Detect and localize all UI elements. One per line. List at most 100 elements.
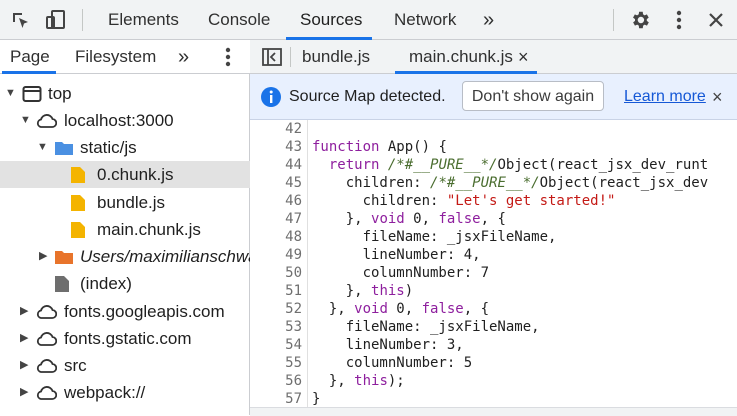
collapsed-arrow-icon[interactable]: ▶ [39, 243, 47, 270]
expanded-arrow-icon[interactable]: ▼ [5, 80, 16, 107]
cloud-icon [35, 111, 58, 129]
tab-network[interactable]: Network [394, 0, 456, 40]
tree-item-label: fonts.gstatic.com [64, 329, 192, 348]
tree-item-index[interactable]: (index) [0, 270, 250, 297]
tree-item-0-chunk-js[interactable]: 0.chunk.js [0, 161, 250, 188]
code-editor[interactable]: 42 43 function App() { 44 return /*#__PUR… [250, 120, 737, 407]
infobar-message: Source Map detected. [289, 88, 446, 105]
cloud-icon [35, 302, 58, 320]
navigator-more-tabs-button[interactable]: » [178, 40, 189, 74]
cloud-icon [35, 383, 58, 401]
cloud-icon [35, 356, 58, 374]
line-number: 51 [285, 283, 302, 299]
code-text: lineNumber: 3, [312, 337, 464, 353]
tree-item-main-chunk-js[interactable]: main.chunk.js [0, 216, 250, 243]
line-number: 43 [285, 139, 302, 155]
line-number: 45 [285, 175, 302, 191]
file-icon [70, 165, 90, 183]
code-text: children: /*#__PURE__*/Object(react_jsx_… [312, 175, 709, 191]
navigator-menu-icon[interactable] [225, 47, 231, 72]
tab-elements[interactable]: Elements [108, 0, 179, 40]
editor-tab-close-icon[interactable]: × [518, 40, 529, 74]
toggle-navigator-icon[interactable] [262, 48, 282, 71]
tree-item-src[interactable]: ▶ src [0, 352, 250, 379]
line-number-gutter [307, 120, 308, 407]
tab-sources[interactable]: Sources [300, 0, 362, 40]
code-text: children: "Let's get started!" [312, 193, 616, 209]
tree-item-label: main.chunk.js [97, 220, 201, 239]
editor-tab-bundle-js[interactable]: bundle.js [302, 40, 370, 74]
code-text: }, this); [312, 373, 405, 389]
line-number: 49 [285, 247, 302, 263]
tree-item-localhost[interactable]: ▼ localhost:3000 [0, 107, 250, 134]
line-number: 57 [285, 391, 302, 407]
cloud-icon [35, 329, 58, 347]
file-icon [70, 220, 90, 238]
code-text: columnNumber: 5 [312, 355, 473, 371]
line-number: 47 [285, 211, 302, 227]
folder-icon [54, 247, 74, 265]
folder-icon [54, 138, 74, 156]
tree-item-fonts-gstatic[interactable]: ▶ fonts.gstatic.com [0, 325, 250, 352]
tree-item-label: fonts.googleapis.com [64, 302, 225, 321]
device-toolbar-icon[interactable] [44, 8, 68, 32]
frame-icon [22, 84, 42, 102]
code-text: lineNumber: 4, [312, 247, 481, 263]
settings-icon[interactable] [628, 8, 652, 32]
info-icon [260, 86, 282, 113]
tree-item-static-js[interactable]: ▼ static/js [0, 134, 250, 161]
tree-item-fonts-googleapis[interactable]: ▶ fonts.googleapis.com [0, 298, 250, 325]
toolbar-divider [82, 9, 83, 31]
devtools-toolbar: Elements Console Sources Network » [0, 0, 737, 40]
collapsed-arrow-icon[interactable]: ▶ [20, 298, 28, 325]
toolbar-divider [290, 47, 291, 67]
line-number: 53 [285, 319, 302, 335]
line-number: 50 [285, 265, 302, 281]
expanded-arrow-icon[interactable]: ▼ [20, 107, 31, 134]
tab-page[interactable]: Page [10, 40, 50, 74]
tree-item-users-folder[interactable]: ▶ Users/maximilianschwa [0, 243, 250, 270]
tree-item-top[interactable]: ▼ top [0, 80, 250, 107]
editor-tabs: bundle.js main.chunk.js × [250, 40, 737, 74]
tab-console[interactable]: Console [208, 0, 270, 40]
editor-tab-main-chunk-js[interactable]: main.chunk.js [409, 40, 513, 74]
tree-item-label: 0.chunk.js [97, 165, 174, 184]
code-text: } [312, 391, 321, 407]
line-number: 55 [285, 355, 302, 371]
source-map-infobar: Source Map detected. Don't show again Le… [250, 74, 737, 120]
collapsed-arrow-icon[interactable]: ▶ [20, 325, 28, 352]
document-icon [54, 274, 74, 292]
tree-item-label: src [64, 356, 87, 375]
line-number: 52 [285, 301, 302, 317]
tree-item-label: localhost:3000 [64, 111, 174, 130]
code-text: }, void 0, false, { [312, 301, 490, 317]
line-number: 42 [285, 121, 302, 137]
close-icon[interactable] [704, 8, 728, 32]
navigator-pane: Page Filesystem » ▼ top ▼ localhost:3000… [0, 40, 250, 415]
code-text: return /*#__PURE__*/Object(react_jsx_dev… [328, 157, 709, 173]
tree-item-label: webpack:// [64, 383, 146, 402]
tab-filesystem[interactable]: Filesystem [75, 40, 156, 74]
line-number: 44 [285, 157, 302, 173]
tree-item-webpack[interactable]: ▶ webpack:// [0, 379, 250, 406]
line-number: 48 [285, 229, 302, 245]
more-options-icon[interactable] [667, 8, 691, 32]
more-tabs-button[interactable]: » [483, 0, 494, 40]
code-text: fileName: _jsxFileName, [312, 229, 557, 245]
collapsed-arrow-icon[interactable]: ▶ [20, 352, 28, 379]
editor-pane: bundle.js main.chunk.js × Source Map det… [250, 40, 737, 416]
toolbar-divider [613, 9, 614, 31]
expanded-arrow-icon[interactable]: ▼ [37, 134, 48, 161]
learn-more-link[interactable]: Learn more [624, 74, 706, 120]
line-number: 56 [285, 373, 302, 389]
tree-item-label: top [48, 84, 72, 103]
tree-item-bundle-js[interactable]: bundle.js [0, 189, 250, 216]
navigator-tabs: Page Filesystem » [0, 40, 250, 74]
inspect-element-icon[interactable] [8, 8, 32, 32]
code-text: }, void 0, false, { [312, 211, 506, 227]
collapsed-arrow-icon[interactable]: ▶ [20, 379, 28, 406]
code-text: function App() { [312, 139, 447, 155]
dont-show-again-button[interactable]: Don't show again [462, 81, 604, 111]
infobar-close-icon[interactable]: × [712, 74, 723, 120]
line-number: 54 [285, 337, 302, 353]
